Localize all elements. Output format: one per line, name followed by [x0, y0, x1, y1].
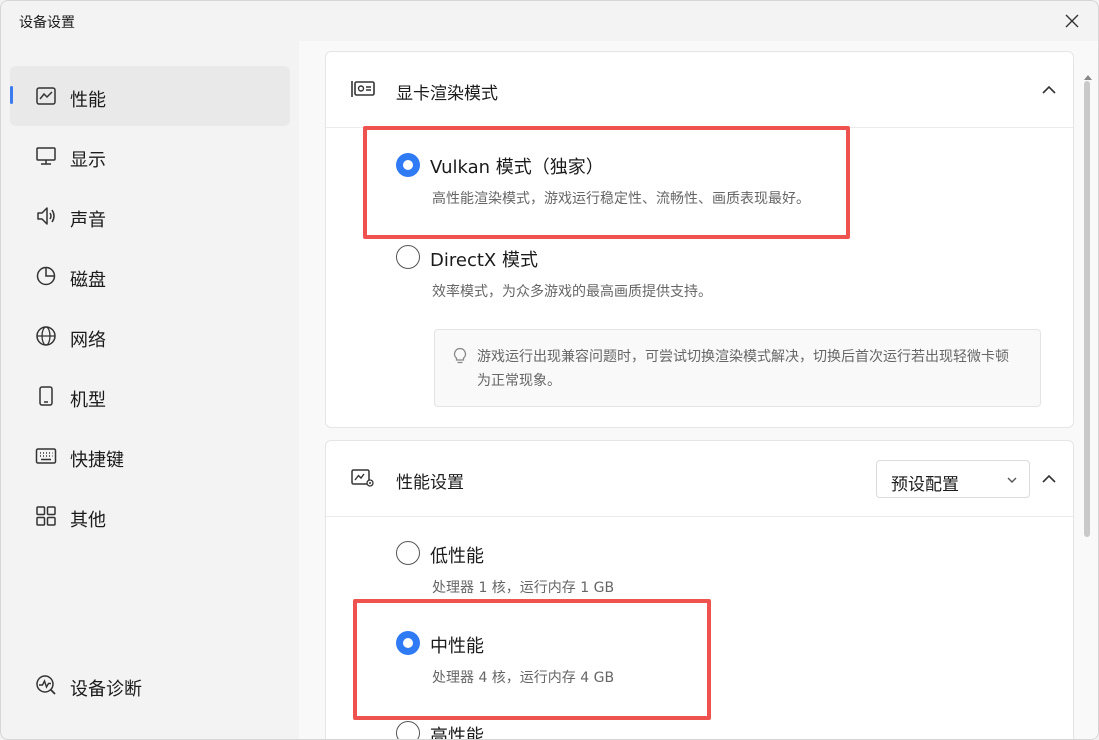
- sidebar-item-shortcuts[interactable]: 快捷键: [10, 426, 290, 486]
- grid-icon: [35, 505, 57, 527]
- low-performance-description: 处理器 1 核，运行内存 1 GB: [432, 580, 615, 596]
- sidebar: 性能 显示 声音 磁盘 网络 机型 快捷键 其他 设备诊断: [1, 41, 299, 739]
- sidebar-item-label: 显示: [70, 150, 106, 171]
- lightbulb-icon: [453, 347, 467, 364]
- compatibility-tip: 游戏运行出现兼容问题时，可尝试切换渲染模式解决，切换后首次运行若出现轻微卡顿为正…: [434, 329, 1041, 407]
- tip-text: 游戏运行出现兼容问题时，可尝试切换渲染模式解决，切换后首次运行若出现轻微卡顿为正…: [477, 349, 1009, 389]
- dropdown-selected: 预设配置: [891, 475, 959, 495]
- sidebar-item-model[interactable]: 机型: [10, 366, 290, 426]
- sidebar-item-network[interactable]: 网络: [10, 306, 290, 366]
- collapse-button[interactable]: [1037, 78, 1061, 102]
- card-title: 性能设置: [396, 473, 464, 493]
- sidebar-item-display[interactable]: 显示: [10, 126, 290, 186]
- high-performance-radio[interactable]: [396, 721, 420, 739]
- window-title: 设备设置: [19, 15, 75, 31]
- sidebar-item-performance[interactable]: 性能: [10, 66, 290, 126]
- title-bar: 设备设置: [1, 1, 1098, 41]
- medium-performance-highlight-box: [353, 599, 711, 720]
- chevron-down-icon: [1007, 477, 1017, 483]
- low-performance-label: 低性能: [430, 546, 484, 567]
- directx-mode-radio[interactable]: [396, 245, 420, 269]
- sidebar-item-label: 磁盘: [70, 270, 106, 291]
- globe-icon: [35, 325, 57, 347]
- close-button[interactable]: [1060, 9, 1084, 33]
- render-mode-card: 显卡渲染模式 Vulkan 模式（独家） 高性能渲染模式，游戏运行稳定性、流畅性…: [325, 51, 1074, 428]
- scroll-up-arrow[interactable]: [1084, 66, 1092, 80]
- pie-chart-icon: [35, 265, 57, 287]
- device-diagnostics-button[interactable]: 设备诊断: [10, 655, 290, 715]
- settings-window: 设备设置 性能 显示 声音 磁盘 网络 机型 快捷键 其他 设备诊断 显卡渲染模…: [0, 0, 1099, 740]
- directx-mode-description: 效率模式，为众多游戏的最高画质提供支持。: [432, 284, 712, 300]
- diagnostics-label: 设备诊断: [70, 679, 142, 700]
- card-title: 显卡渲染模式: [396, 84, 498, 104]
- active-indicator: [10, 86, 13, 104]
- chevron-up-icon: [1042, 474, 1056, 483]
- sidebar-item-label: 网络: [70, 330, 106, 351]
- graphics-card-icon: [350, 78, 376, 100]
- high-performance-label: 高性能: [430, 726, 484, 740]
- sidebar-item-label: 性能: [70, 90, 106, 111]
- collapse-button[interactable]: [1037, 467, 1061, 491]
- sidebar-item-sound[interactable]: 声音: [10, 186, 290, 246]
- close-icon: [1065, 14, 1079, 28]
- vulkan-highlight-box: [363, 126, 850, 239]
- speaker-icon: [35, 205, 57, 227]
- directx-mode-label: DirectX 模式: [430, 250, 538, 271]
- phone-icon: [35, 385, 57, 407]
- sidebar-item-label: 机型: [70, 390, 106, 411]
- scrollbar-thumb[interactable]: [1084, 81, 1090, 537]
- sidebar-item-label: 声音: [70, 210, 106, 231]
- keyboard-icon: [35, 445, 57, 467]
- sidebar-item-disk[interactable]: 磁盘: [10, 246, 290, 306]
- performance-chart-icon: [35, 85, 57, 107]
- preset-config-dropdown[interactable]: 预设配置: [876, 460, 1030, 498]
- card-header: 显卡渲染模式: [326, 52, 1073, 128]
- sidebar-item-label: 其他: [70, 510, 106, 531]
- card-header: 性能设置 预设配置: [326, 441, 1073, 517]
- sidebar-item-label: 快捷键: [70, 450, 124, 471]
- sidebar-item-other[interactable]: 其他: [10, 486, 290, 546]
- low-performance-radio[interactable]: [396, 541, 420, 565]
- monitor-icon: [35, 145, 57, 167]
- chevron-up-icon: [1042, 85, 1056, 94]
- performance-settings-icon: [350, 467, 376, 489]
- diagnostics-icon: [35, 674, 57, 696]
